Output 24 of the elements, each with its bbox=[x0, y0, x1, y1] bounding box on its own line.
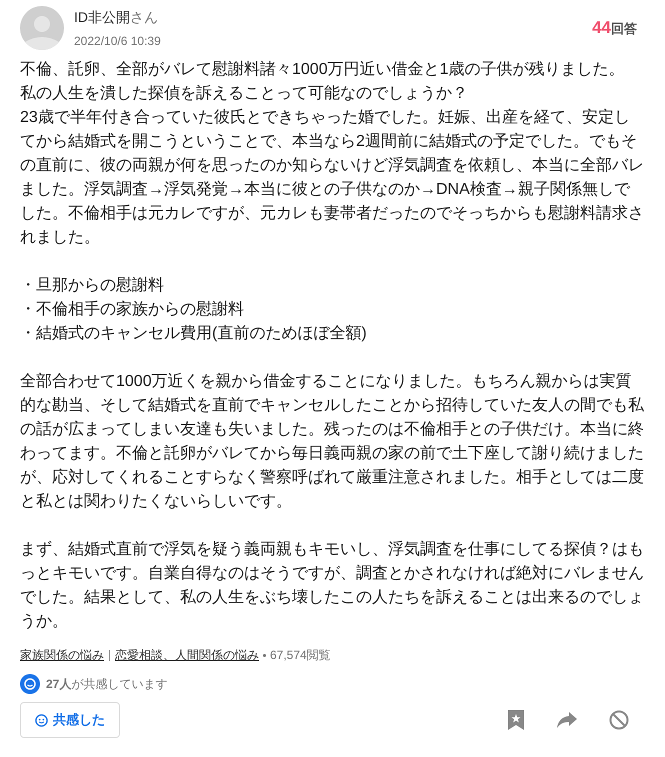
category-link[interactable]: 家族関係の悩み bbox=[20, 646, 104, 664]
question-text: まず、結婚式直前で浮気を疑う義両親もキモいし、浮気調査を仕事にしてる探偵？はもっとキモいです。自業自得なのはそうですが、調査とかされなければ絶対にバレませんでした。結果として、私の人生をぶち壊したこの人たちを訴えることは出来るのでしょうか。 bbox=[20, 540, 645, 632]
block-icon[interactable] bbox=[609, 710, 629, 730]
empathy-count: 27人が共感しています bbox=[46, 676, 168, 693]
author-suffix: さん bbox=[130, 8, 158, 26]
share-icon[interactable] bbox=[557, 712, 577, 728]
view-count: 67,574閲覧 bbox=[270, 647, 331, 664]
author-name[interactable]: ID非公開 bbox=[74, 6, 130, 28]
smile-icon bbox=[20, 674, 40, 694]
smile-icon bbox=[35, 714, 48, 726]
question-text: 私の人生を潰した探偵を訴えることって可能なのでしょうか？ bbox=[20, 84, 469, 104]
category-link[interactable]: 恋愛相談、人間関係の悩み bbox=[115, 646, 259, 664]
question-text: 不倫、託卵、全部がバレて慰謝料諸々1000万円近い借金と1歳の子供が残りました。 bbox=[20, 60, 626, 80]
question-text: ・不倫相手の家族からの慰謝料 bbox=[20, 300, 245, 320]
empathy-button[interactable]: 共感した bbox=[20, 702, 120, 738]
bookmark-star-icon[interactable] bbox=[507, 710, 525, 730]
avatar-icon bbox=[20, 6, 64, 50]
post-date: 2022/10/6 10:39 bbox=[74, 32, 161, 50]
question-text: ・旦那からの慰謝料 bbox=[20, 276, 165, 296]
question-text: 全部合わせて1000万近くを親から借金することになりました。もちろん親からは実質的な勘当、そして結婚式を直前でキャンセルしたことから招待していた友人の間でも私の話が広まってしまい友達も失いました。残ったのは不倫相手との子供だけ。本当に終わってます。不倫と託卵がバレてから毎日義両親の家の前で土下座して謝り続けましたが、応対してくれることすらなく警察呼ばれて厳重注意されました。相手としては二度と私とは関わりたくないらしいです。 bbox=[20, 372, 645, 512]
answer-count: 44 bbox=[592, 17, 611, 40]
answer-label: 回答 bbox=[611, 20, 637, 38]
question-text: ・結婚式のキャンセル費用(直前のためほぼ全額) bbox=[20, 324, 368, 344]
question-text: 23歳で半年付き合っていた彼氏とできちゃった婚でした。妊娠、出産を経て、安定してから結婚式を開こうということで、本当なら2週間前に結婚式の予定でした。でもその直前に、彼の両親が何を思ったのか知らないけど浮気調査を依頼し、本当に全部バレました。浮気調査→浮気発覚→本当に彼との子供なのか→DNA検査→親子関係無しでした。不倫相手は元カレですが、元カレも妻帯者だったのでそっちからも慰謝料請求されました。 bbox=[20, 108, 645, 248]
